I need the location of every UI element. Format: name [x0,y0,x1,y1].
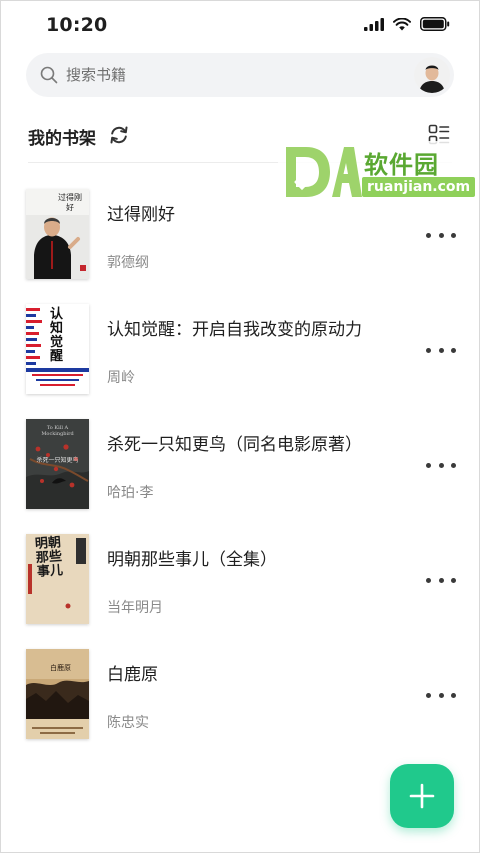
book-cover-subtitle: To Kill A Mockingbird [41,425,74,437]
avatar-image [414,57,450,93]
more-icon [426,462,431,468]
signal-icon [364,17,384,31]
search-input[interactable] [66,53,386,97]
book-cover[interactable]: 明朝那些事儿 [26,534,89,624]
book-author: 陈忠实 [107,715,149,731]
book-author: 当年明月 [107,600,163,616]
more-icon-dot [438,232,444,238]
more-button[interactable] [426,570,456,590]
more-icon [426,347,431,353]
book-title: 白鹿原 [107,665,158,685]
book-cover-title: 认知觉醒 [50,307,64,364]
book-item[interactable]: 白鹿原 白鹿原 陈忠实 [0,638,480,753]
status-bar: 10:20 [0,0,480,50]
wifi-icon [393,17,411,30]
watermark-name: 软件园 [364,151,439,179]
more-button[interactable] [426,225,456,245]
plus-icon [409,783,435,809]
book-cover-title: 白鹿原 [50,664,71,672]
more-icon-dot [451,347,456,353]
search-bar[interactable] [26,53,454,97]
status-time: 10:20 [46,14,108,36]
more-icon-dot [451,232,456,238]
book-item[interactable]: 过得刚好 过得刚好 郭德纲 [0,178,480,293]
more-button[interactable] [426,340,456,360]
more-icon-dot [438,347,444,353]
book-cover[interactable]: 认知觉醒 [26,304,89,394]
battery-icon [420,17,450,31]
book-cover-title: 杀死一只知更鸟 [36,457,79,464]
more-icon-dot [451,462,456,468]
book-cover-title: 明朝那些事儿 [34,535,64,580]
more-icon-dot [438,692,444,698]
avatar[interactable] [414,57,450,93]
book-cover[interactable]: 白鹿原 [26,649,89,739]
book-title: 过得刚好 [107,205,175,225]
add-book-button[interactable] [390,764,454,828]
more-icon-dot [438,577,444,583]
book-item[interactable]: 认知觉醒 认知觉醒：开启自我改变的原动力 周岭 [0,293,480,408]
book-title: 杀死一只知更鸟（同名电影原著） [107,435,362,455]
more-icon-dot [438,462,444,468]
book-item[interactable]: 明朝那些事儿 明朝那些事儿（全集） 当年明月 [0,523,480,638]
book-author: 周岭 [107,370,135,386]
book-cover-title: 过得刚好 [58,193,82,212]
more-icon [426,577,431,583]
refresh-icon[interactable] [108,124,130,146]
book-cover[interactable]: 过得刚好 [26,189,89,279]
more-button[interactable] [426,455,456,475]
more-icon-dot [451,577,456,583]
more-button[interactable] [426,685,456,705]
book-title: 认知觉醒：开启自我改变的原动力 [107,320,362,340]
more-icon-dot [451,692,456,698]
book-title: 明朝那些事儿（全集） [107,550,277,570]
search-icon [40,66,58,84]
book-author: 郭德纲 [107,255,149,271]
book-author: 哈珀·李 [107,485,154,501]
shelf-title: 我的书架 [28,129,96,149]
more-icon [426,232,431,238]
book-item[interactable]: To Kill A Mockingbird 杀死一只知更鸟 杀死一只知更鸟（同名… [0,408,480,523]
status-icons [364,17,450,31]
more-icon [426,692,431,698]
book-cover[interactable]: To Kill A Mockingbird 杀死一只知更鸟 [26,419,89,509]
